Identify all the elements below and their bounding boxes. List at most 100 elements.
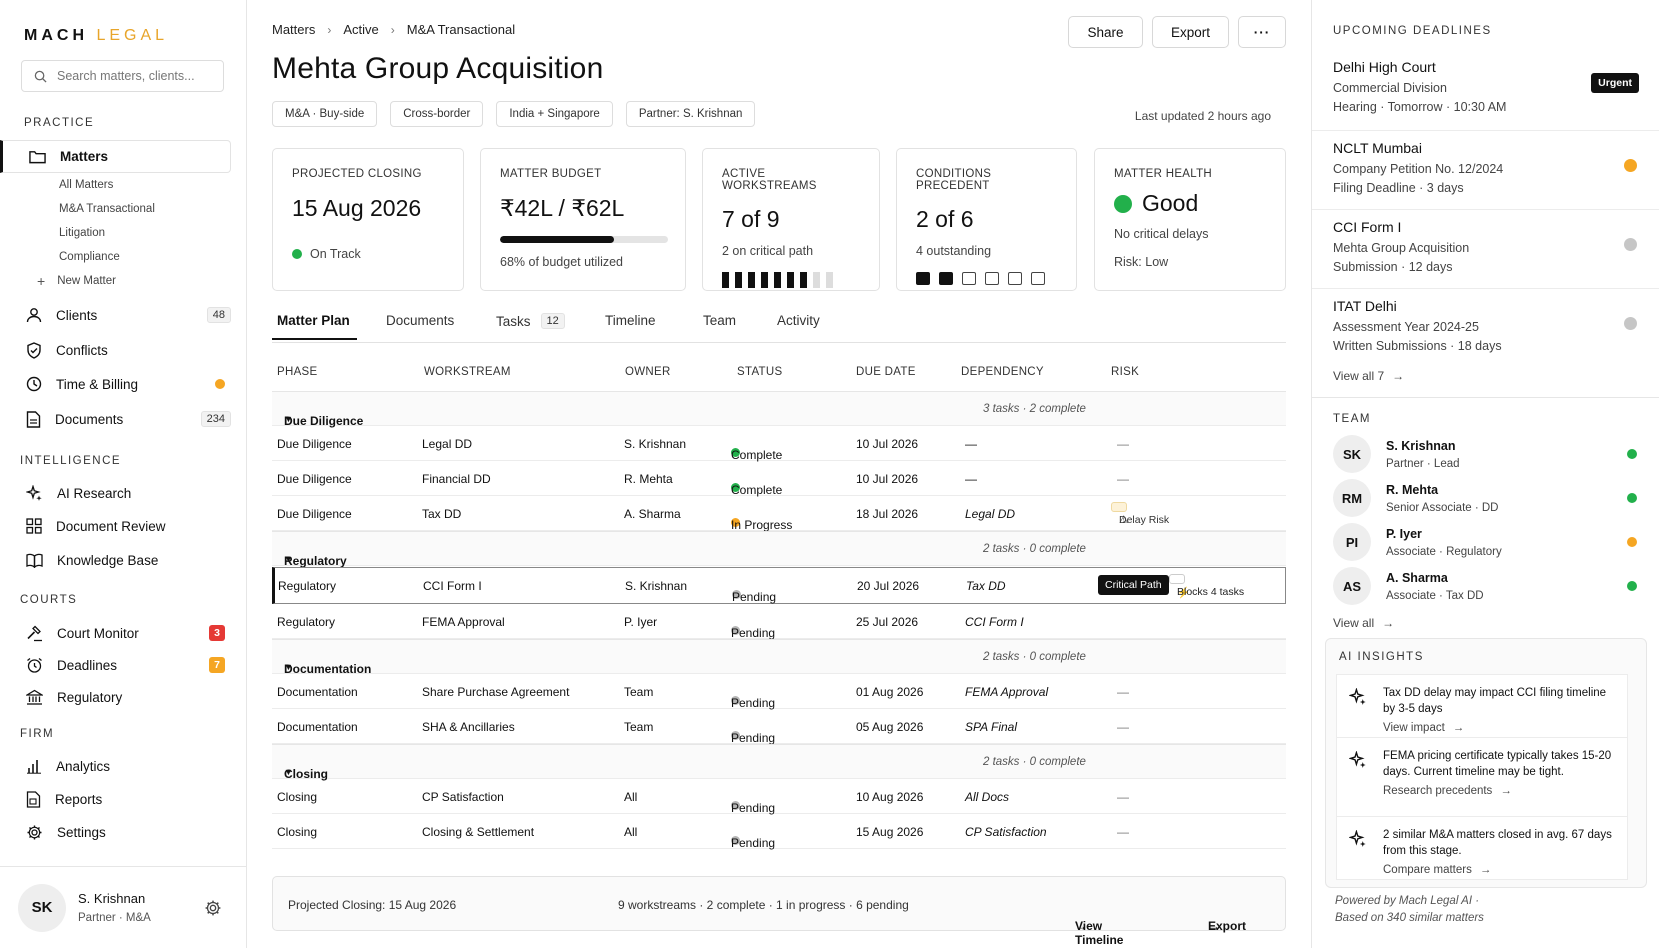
search-input[interactable] <box>57 69 217 83</box>
card-projected-closing[interactable]: PROJECTED CLOSING 15 Aug 2026 On Track <box>272 148 464 291</box>
tab-tasks[interactable]: Tasks 12 <box>496 313 565 329</box>
deadline-item[interactable]: CCI Form I Mehta Group Acquisition Submi… <box>1333 219 1639 274</box>
col-workstream[interactable]: WORKSTREAM <box>424 366 511 378</box>
compare-matters-link[interactable]: Compare matters → <box>1383 864 1615 876</box>
sidebar-item-knowledge-base[interactable]: Knowledge Base <box>24 545 231 575</box>
sidebar-item-analytics[interactable]: Analytics <box>24 751 231 781</box>
search-box[interactable] <box>21 60 224 92</box>
table-row[interactable]: Documentation SHA & Ancillaries Team Pen… <box>272 709 1286 745</box>
card-active-workstreams[interactable]: ACTIVE WORKSTREAMS 7 of 9 2 on critical … <box>702 148 880 291</box>
sidebar-sub-compliance[interactable]: Compliance <box>59 251 120 263</box>
sidebar-item-reports[interactable]: Reports <box>24 784 231 814</box>
sidebar-item-matters[interactable]: Matters <box>0 140 231 173</box>
col-owner[interactable]: OWNER <box>625 366 671 378</box>
tab-activity[interactable]: Activity <box>777 313 820 328</box>
table-row[interactable]: Closing CP Satisfaction All Pending 10 A… <box>272 779 1286 815</box>
card-subtext: No critical delays <box>1114 227 1209 241</box>
tag-cross-border[interactable]: Cross-border <box>390 101 484 127</box>
research-precedents-link[interactable]: Research precedents → <box>1383 785 1615 797</box>
brand-logo[interactable]: MACH LEGAL <box>24 27 168 45</box>
table-row[interactable]: Due Diligence Legal DD S. Krishnan Compl… <box>272 426 1286 462</box>
team-member[interactable]: SK S. Krishnan Partner · Lead <box>1333 434 1637 474</box>
sidebar-sub-all-matters[interactable]: All Matters <box>59 179 113 191</box>
share-button[interactable]: Share <box>1068 16 1143 48</box>
table-row-selected[interactable]: Regulatory CCI Form I S. Krishnan Pendin… <box>272 567 1286 604</box>
budget-progress-bar <box>500 236 668 243</box>
card-value: 7 of 9 <box>722 206 780 232</box>
sidebar-item-conflicts[interactable]: Conflicts <box>24 335 231 365</box>
team-member[interactable]: RM R. Mehta Senior Associate · DD <box>1333 478 1637 518</box>
settings-gear-icon[interactable] <box>204 899 222 917</box>
user-profile[interactable]: SK S. Krishnan Partner · M&A <box>0 866 246 948</box>
condition-checkbox <box>962 272 976 285</box>
col-status[interactable]: STATUS <box>737 366 782 378</box>
tag-jurisdiction[interactable]: India + Singapore <box>496 101 613 127</box>
tab-documents[interactable]: Documents <box>386 313 454 328</box>
priority-dot <box>1624 317 1637 330</box>
more-options-button[interactable]: ··· <box>1238 16 1286 48</box>
sidebar-item-ai-research[interactable]: AI Research <box>24 478 231 508</box>
col-dependency[interactable]: DEPENDENCY <box>961 366 1044 378</box>
sidebar-item-deadlines[interactable]: Deadlines 7 <box>24 650 231 680</box>
clock-icon <box>26 376 42 392</box>
matter-tabs: Matter Plan Documents Tasks 12 Timeline T… <box>272 305 1286 343</box>
sidebar-item-time-billing[interactable]: Time & Billing <box>24 369 231 399</box>
table-row[interactable]: Documentation Share Purchase Agreement T… <box>272 674 1286 710</box>
breadcrumb-active[interactable]: Active <box>343 22 378 37</box>
sidebar-item-documents[interactable]: Documents 234 <box>24 404 231 434</box>
deadline-item[interactable]: NCLT Mumbai Company Petition No. 12/2024… <box>1333 140 1639 195</box>
col-risk[interactable]: RISK <box>1111 366 1139 378</box>
breadcrumb-ma-transactional[interactable]: M&A Transactional <box>407 22 515 37</box>
card-title: MATTER BUDGET <box>500 168 602 180</box>
tab-team[interactable]: Team <box>703 313 736 328</box>
arrow-right-icon: → <box>1500 785 1512 797</box>
user-role: Partner · M&A <box>78 912 151 924</box>
team-member[interactable]: PI P. Iyer Associate · Regulatory <box>1333 522 1637 562</box>
sidebar-item-regulatory[interactable]: Regulatory <box>24 682 231 712</box>
sidebar-new-matter[interactable]: + New Matter <box>37 274 116 288</box>
view-impact-link[interactable]: View impact → <box>1383 722 1615 734</box>
table-row[interactable]: Closing Closing & Settlement All Pending… <box>272 814 1286 850</box>
tasks-count: 12 <box>540 313 565 329</box>
table-row[interactable]: Due Diligence Tax DD A. Sharma In Progre… <box>272 496 1286 532</box>
deadline-item[interactable]: Delhi High Court Commercial Division Hea… <box>1333 59 1639 114</box>
card-title: MATTER HEALTH <box>1114 168 1213 180</box>
tab-timeline[interactable]: Timeline <box>605 313 656 328</box>
deadline-item[interactable]: ITAT Delhi Assessment Year 2024-25 Writt… <box>1333 298 1639 353</box>
sidebar-item-court-monitor[interactable]: Court Monitor 3 <box>24 618 231 648</box>
ai-insight-card[interactable]: 2 similar M&A matters closed in avg. 67 … <box>1336 816 1628 880</box>
sidebar-sub-ma-transactional[interactable]: M&A Transactional <box>59 203 155 215</box>
group-row-due-diligence[interactable]: ▼ Due Diligence 3 tasks · 2 complete <box>272 391 1286 428</box>
ai-insight-card[interactable]: FEMA pricing certificate typically takes… <box>1336 737 1628 817</box>
sidebar-item-document-review[interactable]: Document Review <box>24 511 231 541</box>
conditions-checkboxes <box>916 272 1057 285</box>
view-all-team-link[interactable]: View all → <box>1333 616 1394 630</box>
ai-insight-card[interactable]: Tax DD delay may impact CCI filing timel… <box>1336 674 1628 738</box>
tag-deal-type[interactable]: M&A · Buy-side <box>272 101 378 127</box>
sidebar-item-settings[interactable]: Settings <box>24 817 231 847</box>
card-matter-health[interactable]: MATTER HEALTH Good No critical delays Ri… <box>1094 148 1286 291</box>
right-panel: UPCOMING DEADLINES Delhi High Court Comm… <box>1311 0 1659 948</box>
sidebar-sub-litigation[interactable]: Litigation <box>59 227 105 239</box>
group-row-regulatory[interactable]: ▼ Regulatory 2 tasks · 0 complete <box>272 531 1286 568</box>
tag-partner[interactable]: Partner: S. Krishnan <box>625 101 756 127</box>
group-row-closing[interactable]: ▼ Closing 2 tasks · 0 complete <box>272 744 1286 781</box>
table-row[interactable]: Due Diligence Financial DD R. Mehta Comp… <box>272 461 1286 497</box>
col-phase[interactable]: PHASE <box>277 366 318 378</box>
grid-icon <box>26 518 42 534</box>
table-row[interactable]: Regulatory FEMA Approval P. Iyer Pending… <box>272 604 1286 640</box>
card-matter-budget[interactable]: MATTER BUDGET ₹42L / ₹62L 68% of budget … <box>480 148 686 291</box>
group-row-documentation[interactable]: ▼ Documentation 2 tasks · 0 complete <box>272 639 1286 676</box>
breadcrumb-matters[interactable]: Matters <box>272 22 315 37</box>
export-button[interactable]: Export <box>1152 16 1229 48</box>
tab-matter-plan[interactable]: Matter Plan <box>272 313 357 340</box>
gavel-icon <box>27 625 42 641</box>
card-subtext: 4 outstanding <box>916 244 992 258</box>
team-member[interactable]: AS A. Sharma Associate · Tax DD <box>1333 566 1637 606</box>
workstream-segment <box>774 272 781 288</box>
view-all-deadlines-link[interactable]: View all 7 → <box>1333 369 1404 383</box>
col-due-date[interactable]: DUE DATE <box>856 366 916 378</box>
sidebar-item-clients[interactable]: Clients 48 <box>24 300 231 330</box>
card-conditions-precedent[interactable]: CONDITIONS PRECEDENT 2 of 6 4 outstandin… <box>896 148 1077 291</box>
presence-dot <box>1627 537 1637 547</box>
